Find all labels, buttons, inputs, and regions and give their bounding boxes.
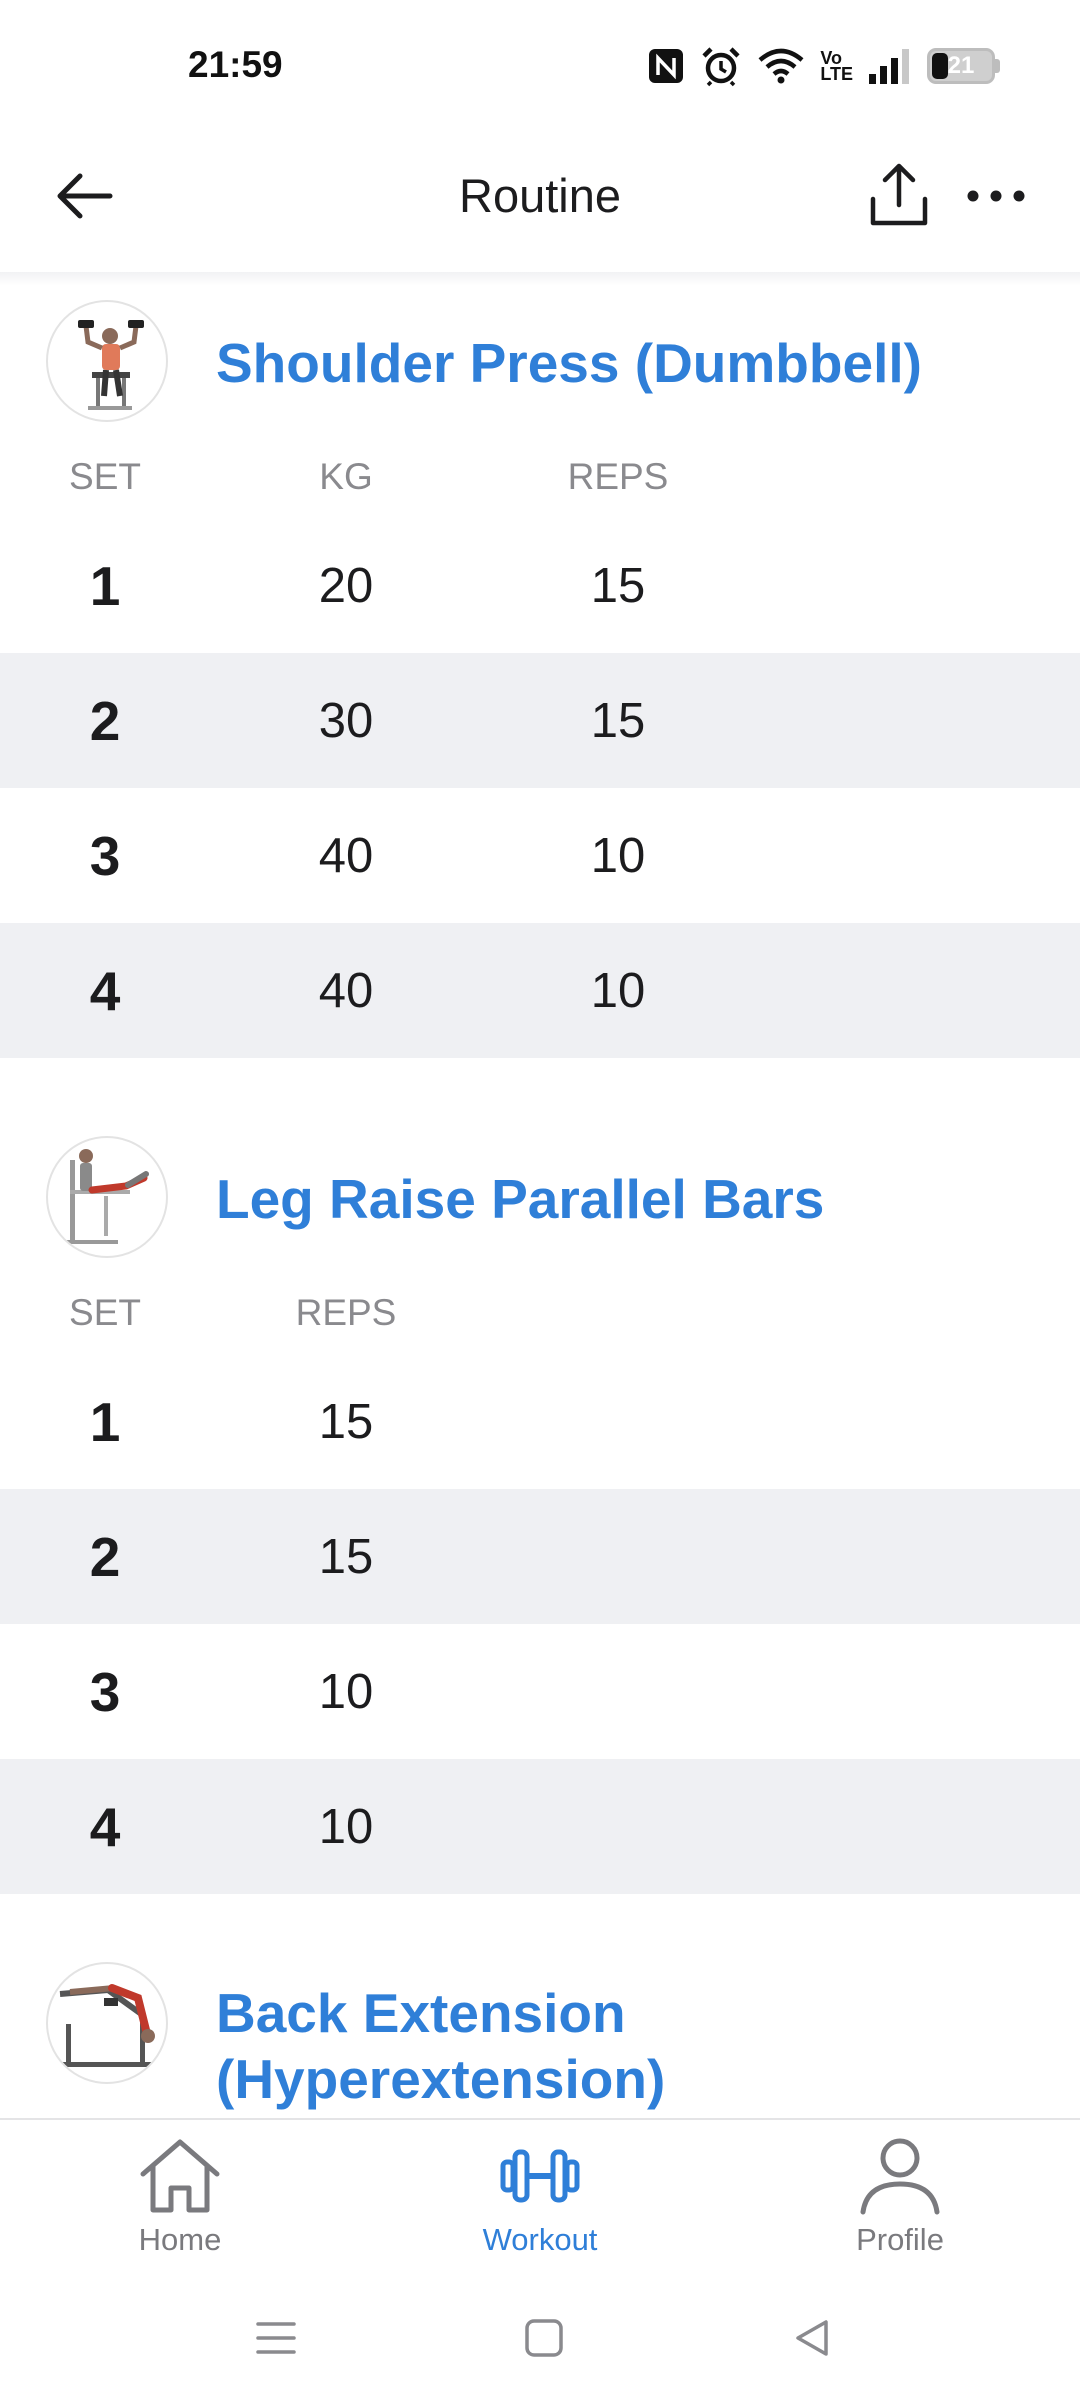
nav-workout-label: Workout [482, 2222, 598, 2257]
battery-icon: 21 [927, 48, 1000, 84]
back-system-button[interactable] [782, 2308, 842, 2368]
recents-button[interactable] [246, 2308, 306, 2368]
app-bar-divider [0, 272, 1080, 286]
col-kg: KG [319, 456, 373, 497]
set-number: 2 [89, 690, 121, 752]
set-row: 1 15 [0, 1354, 1080, 1489]
signal-icon [869, 49, 909, 84]
home-system-button[interactable] [514, 2308, 574, 2368]
col-reps: REPS [295, 1292, 397, 1333]
menu-lines-icon [256, 2322, 296, 2354]
set-number: 3 [89, 1661, 121, 1723]
col-set: SET [69, 1292, 141, 1333]
set-kg: 20 [318, 559, 374, 613]
exercise-card: Shoulder Press (Dumbbell) SET KG REPS 1 … [0, 286, 1080, 1122]
home-icon [140, 2139, 220, 2213]
exercise-thumbnail[interactable] [46, 1136, 168, 1258]
set-row: 3 40 10 [0, 788, 1080, 923]
leg-raise-illustration [62, 1149, 149, 1244]
nav-home-label: Home [138, 2222, 222, 2257]
set-row: 4 40 10 [0, 923, 1080, 1058]
set-reps: 15 [318, 1395, 374, 1449]
exercise-spacer [0, 1894, 1080, 1958]
exercise-card: Back Extension (Hyperextension) [0, 1958, 1080, 2120]
exercise-spacer [0, 1058, 1080, 1122]
set-row: 2 15 [0, 1489, 1080, 1624]
set-kg: 40 [318, 964, 374, 1018]
sets-table-header: SET REPS [0, 1284, 1080, 1354]
exercise-header[interactable]: Shoulder Press (Dumbbell) [0, 286, 1080, 448]
exercise-thumbnail[interactable] [46, 1962, 168, 2084]
exercise-card: Leg Raise Parallel Bars SET REPS 1 15 2 … [0, 1122, 1080, 1958]
exercise-name[interactable]: Back Extension (Hyperextension) [216, 1980, 1036, 2112]
exercise-header[interactable]: Leg Raise Parallel Bars [0, 1122, 1080, 1284]
status-icons: Vo LTE 21 [646, 44, 1000, 88]
set-reps: 15 [590, 559, 646, 613]
share-button[interactable] [862, 158, 936, 232]
share-upload-icon [870, 163, 928, 226]
shoulder-press-illustration [78, 320, 144, 410]
nav-profile-label: Profile [856, 2222, 944, 2257]
routine-content[interactable]: Shoulder Press (Dumbbell) SET KG REPS 1 … [0, 286, 1080, 2120]
nav-home[interactable]: Home [80, 2136, 280, 2266]
set-reps: 10 [318, 1800, 374, 1854]
sets-table-header: SET KG REPS [0, 448, 1080, 518]
exercise-thumbnail[interactable] [46, 300, 168, 422]
triangle-back-icon [796, 2320, 828, 2356]
set-row: 4 10 [0, 1759, 1080, 1894]
more-options-button[interactable] [960, 164, 1032, 228]
app-bar: Routine [0, 130, 1080, 260]
set-reps: 15 [590, 694, 646, 748]
set-number: 1 [89, 555, 121, 617]
battery-level: 21 [947, 52, 975, 79]
status-bar: 21:59 Vo LTE 21 [0, 0, 1080, 130]
wifi-icon [758, 48, 804, 84]
set-number: 4 [89, 960, 121, 1022]
dumbbell-icon [500, 2149, 580, 2203]
set-number: 2 [89, 1526, 121, 1588]
set-kg: 40 [318, 829, 374, 883]
square-icon [525, 2319, 563, 2357]
volte-bottom-label: LTE [820, 64, 853, 84]
set-kg: 30 [318, 694, 374, 748]
set-row: 3 10 [0, 1624, 1080, 1759]
set-number: 3 [89, 825, 121, 887]
exercise-name[interactable]: Leg Raise Parallel Bars [216, 1166, 1036, 1232]
col-set: SET [69, 456, 141, 497]
set-number: 4 [89, 1796, 121, 1858]
alarm-icon [702, 47, 740, 87]
back-extension-illustration [59, 1984, 156, 2067]
system-navigation-bar [0, 2270, 1080, 2400]
profile-icon [860, 2138, 940, 2215]
set-reps: 10 [590, 964, 646, 1018]
bottom-navigation: Home Workout Profile [0, 2118, 1080, 2270]
nfc-icon [649, 49, 684, 83]
col-reps: REPS [567, 456, 669, 497]
set-row: 2 30 15 [0, 653, 1080, 788]
set-reps: 10 [590, 829, 646, 883]
exercise-header[interactable]: Back Extension (Hyperextension) [0, 1958, 1080, 2120]
exercise-name[interactable]: Shoulder Press (Dumbbell) [216, 330, 1036, 396]
more-horizontal-icon [967, 190, 1025, 202]
set-reps: 15 [318, 1530, 374, 1584]
volte-icon: Vo LTE [820, 49, 853, 84]
set-row: 1 20 15 [0, 518, 1080, 653]
nav-profile[interactable]: Profile [800, 2136, 1000, 2266]
set-reps: 10 [318, 1665, 374, 1719]
status-time: 21:59 [188, 44, 283, 85]
nav-workout[interactable]: Workout [440, 2136, 640, 2266]
set-number: 1 [89, 1391, 121, 1453]
